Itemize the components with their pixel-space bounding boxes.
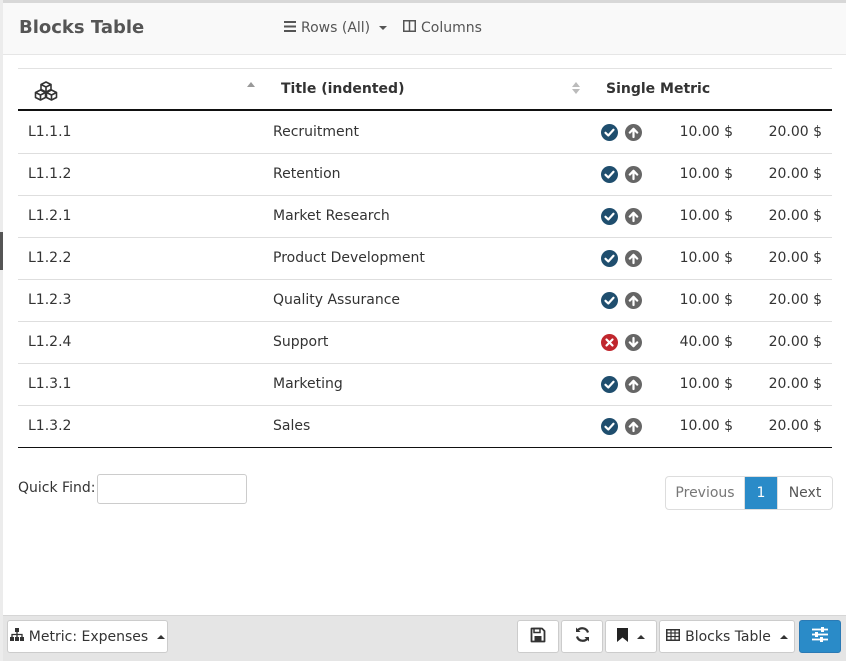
sliders-icon <box>812 627 828 646</box>
bottom-toolbar: Metric: Expenses Blocks Table <box>3 615 846 661</box>
metric-target-value: 20.00 $ <box>768 208 822 224</box>
check-circle-icon <box>601 418 618 435</box>
row-id: L1.1.1 <box>28 124 72 140</box>
arrow-up-circle-icon <box>625 376 642 393</box>
row-title: Sales <box>273 418 311 434</box>
quick-find-input[interactable] <box>97 474 247 504</box>
pagination: Previous 1 Next <box>665 476 833 510</box>
page-1-button[interactable]: 1 <box>745 477 778 509</box>
check-circle-icon <box>601 124 618 141</box>
metric-value: 10.00 $ <box>679 124 733 140</box>
check-circle-icon <box>601 166 618 183</box>
quick-find-label: Quick Find: <box>18 480 96 496</box>
metric-value: 10.00 $ <box>679 376 733 392</box>
view-selector-label: Blocks Table <box>685 628 771 645</box>
check-circle-icon <box>601 292 618 309</box>
row-title: Support <box>273 334 329 350</box>
row-title: Marketing <box>273 376 343 392</box>
columns-label: Columns <box>421 20 482 36</box>
row-id: L1.2.2 <box>28 250 72 266</box>
column-header-metric[interactable]: Single Metric <box>606 81 710 97</box>
arrow-up-circle-icon <box>625 166 642 183</box>
arrow-up-circle-icon <box>625 124 642 141</box>
row-id: L1.2.3 <box>28 292 72 308</box>
table-row[interactable]: L1.2.1 Market Research 10.00 $ 20.00 $ <box>18 196 832 238</box>
bars-icon <box>284 20 296 36</box>
chevron-up-icon <box>157 634 166 639</box>
table-icon <box>666 628 681 645</box>
check-circle-icon <box>601 376 618 393</box>
row-title: Recruitment <box>273 124 360 140</box>
metric-target-value: 20.00 $ <box>768 334 822 350</box>
header-bar: Blocks Table Rows (All) Columns <box>3 3 846 55</box>
sitemap-icon <box>9 628 24 645</box>
previous-page-button[interactable]: Previous <box>666 477 745 509</box>
metric-target-value: 20.00 $ <box>768 376 822 392</box>
bookmark-icon <box>617 627 628 646</box>
row-id: L1.2.4 <box>28 334 72 350</box>
check-circle-icon <box>601 250 618 267</box>
arrow-up-circle-icon <box>625 250 642 267</box>
metric-target-value: 20.00 $ <box>768 250 822 266</box>
columns-button[interactable]: Columns <box>403 20 482 36</box>
table-row[interactable]: L1.3.1 Marketing 10.00 $ 20.00 $ <box>18 364 832 406</box>
sort-icon[interactable] <box>572 82 580 96</box>
resize-handle[interactable] <box>0 232 3 270</box>
metric-value: 10.00 $ <box>679 418 733 434</box>
save-button[interactable] <box>517 620 559 653</box>
row-id: L1.1.2 <box>28 166 72 182</box>
metric-target-value: 20.00 $ <box>768 292 822 308</box>
chevron-down-icon <box>379 26 388 30</box>
row-title: Product Development <box>273 250 425 266</box>
floppy-disk-icon <box>530 627 546 647</box>
chevron-up-icon <box>779 634 788 639</box>
rows-dropdown-label: Rows (All) <box>301 20 371 36</box>
metric-target-value: 20.00 $ <box>768 166 822 182</box>
rows-dropdown-button[interactable]: Rows (All) <box>284 20 388 36</box>
table-row[interactable]: L1.2.3 Quality Assurance 10.00 $ 20.00 $ <box>18 280 832 322</box>
arrow-down-circle-icon <box>625 334 642 351</box>
cubes-icon[interactable] <box>34 81 58 105</box>
row-title: Retention <box>273 166 341 182</box>
metric-value: 10.00 $ <box>679 208 733 224</box>
page-title: Blocks Table <box>19 17 145 38</box>
bookmark-button[interactable] <box>605 620 657 653</box>
error-circle-icon <box>601 334 618 351</box>
metric-selector-button[interactable]: Metric: Expenses <box>7 620 168 653</box>
row-id: L1.3.2 <box>28 418 72 434</box>
app-window: Blocks Table Rows (All) Columns Title (i… <box>0 0 846 661</box>
metric-value: 10.00 $ <box>679 292 733 308</box>
table-row[interactable]: L1.1.1 Recruitment 10.00 $ 20.00 $ <box>18 112 832 154</box>
next-page-button[interactable]: Next <box>778 477 832 509</box>
metric-value: 40.00 $ <box>679 334 733 350</box>
chevron-up-icon <box>637 634 645 639</box>
arrow-up-circle-icon <box>625 208 642 225</box>
table-header: Title (indented) Single Metric <box>18 69 832 111</box>
metric-value: 10.00 $ <box>679 166 733 182</box>
column-header-title[interactable]: Title (indented) <box>281 81 404 97</box>
check-circle-icon <box>601 208 618 225</box>
arrow-up-circle-icon <box>625 418 642 435</box>
refresh-button[interactable] <box>561 620 603 653</box>
arrow-up-circle-icon <box>625 292 642 309</box>
row-id: L1.2.1 <box>28 208 72 224</box>
metric-target-value: 20.00 $ <box>768 418 822 434</box>
view-selector-button[interactable]: Blocks Table <box>659 620 795 653</box>
refresh-icon <box>574 626 591 647</box>
table-row[interactable]: L1.3.2 Sales 10.00 $ 20.00 $ <box>18 406 832 448</box>
table-row[interactable]: L1.1.2 Retention 10.00 $ 20.00 $ <box>18 154 832 196</box>
sort-ascending-icon[interactable] <box>247 82 255 87</box>
row-title: Market Research <box>273 208 390 224</box>
table-row[interactable]: L1.2.4 Support 40.00 $ 20.00 $ <box>18 322 832 364</box>
settings-button[interactable] <box>799 620 841 653</box>
metric-target-value: 20.00 $ <box>768 124 822 140</box>
window-left-edge <box>0 0 3 661</box>
table-row[interactable]: L1.2.2 Product Development 10.00 $ 20.00 $ <box>18 238 832 280</box>
metric-value: 10.00 $ <box>679 250 733 266</box>
columns-icon <box>403 20 416 36</box>
row-title: Quality Assurance <box>273 292 401 308</box>
metric-selector-label: Metric: Expenses <box>28 628 149 645</box>
row-id: L1.3.1 <box>28 376 72 392</box>
